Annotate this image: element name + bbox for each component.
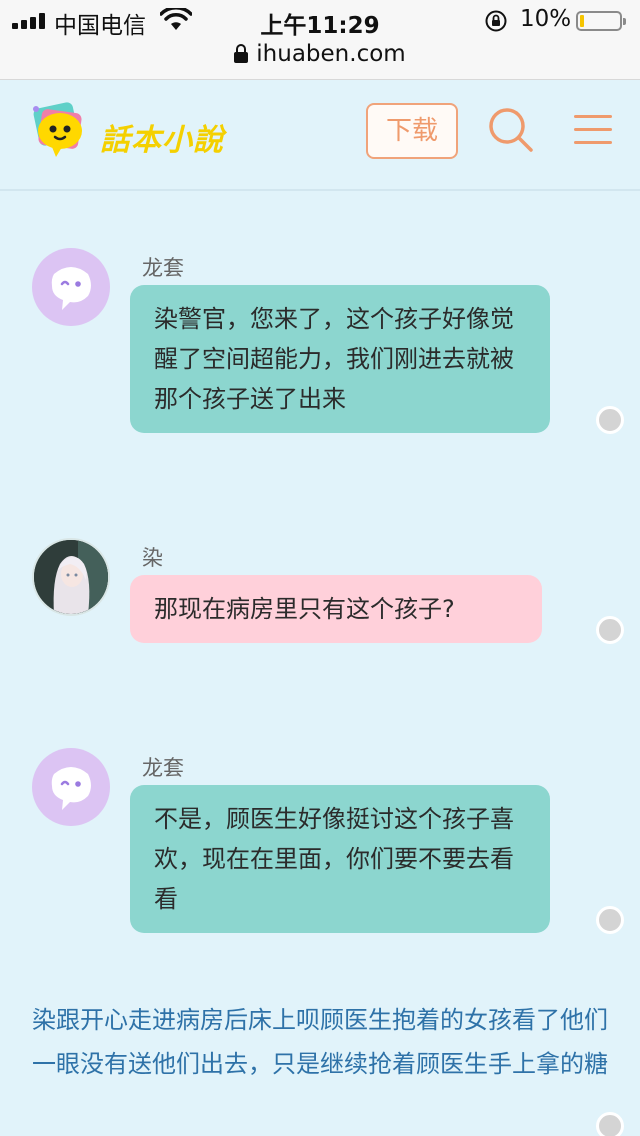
comment-dot-icon[interactable]: [596, 906, 624, 934]
padlock-icon: [234, 44, 249, 64]
url-text: ihuaben.com: [256, 41, 406, 67]
avatar-photo[interactable]: [32, 538, 110, 616]
message-bubble: 那现在病房里只有这个孩子?: [130, 575, 542, 643]
mascot-logo-icon[interactable]: [26, 101, 90, 165]
download-button[interactable]: 下载: [366, 103, 458, 159]
speaker-name: 龙套: [142, 756, 184, 780]
address-bar[interactable]: ihuaben.com: [0, 40, 640, 80]
avatar-placeholder-icon[interactable]: [32, 748, 110, 826]
signal-icon: [12, 13, 50, 29]
narration-text: 染跟开心走进病房后床上呗顾医生抱着的女孩看了他们一眼没有送他们出去，只是继续抢着…: [32, 1006, 608, 1078]
wifi-icon: [160, 8, 192, 30]
menu-icon[interactable]: [574, 115, 612, 145]
battery-icon: [576, 11, 626, 31]
status-bar: 中国电信 上午11:29 10%: [0, 0, 640, 40]
message-bubble: 染警官，您来了，这个孩子好像觉醒了空间超能力，我们刚进去就被那个孩子送了出来: [130, 285, 550, 433]
site-header: 話本小說 下载: [0, 81, 640, 191]
comment-dot-icon[interactable]: [596, 616, 624, 644]
avatar-placeholder-icon[interactable]: [32, 248, 110, 326]
speaker-name: 龙套: [142, 256, 184, 280]
site-logo-text[interactable]: 話本小說: [100, 115, 224, 159]
battery-percent: 10%: [520, 6, 572, 32]
comment-dot-icon[interactable]: [596, 406, 624, 434]
rotation-lock-icon: [485, 10, 507, 32]
comment-dot-icon[interactable]: [596, 1112, 624, 1136]
carrier-name: 中国电信: [54, 13, 146, 39]
search-icon[interactable]: [486, 105, 534, 153]
speaker-name: 染: [142, 546, 163, 570]
message-bubble: 不是，顾医生好像挺讨这个孩子喜欢，现在在里面，你们要不要去看看: [130, 785, 550, 933]
